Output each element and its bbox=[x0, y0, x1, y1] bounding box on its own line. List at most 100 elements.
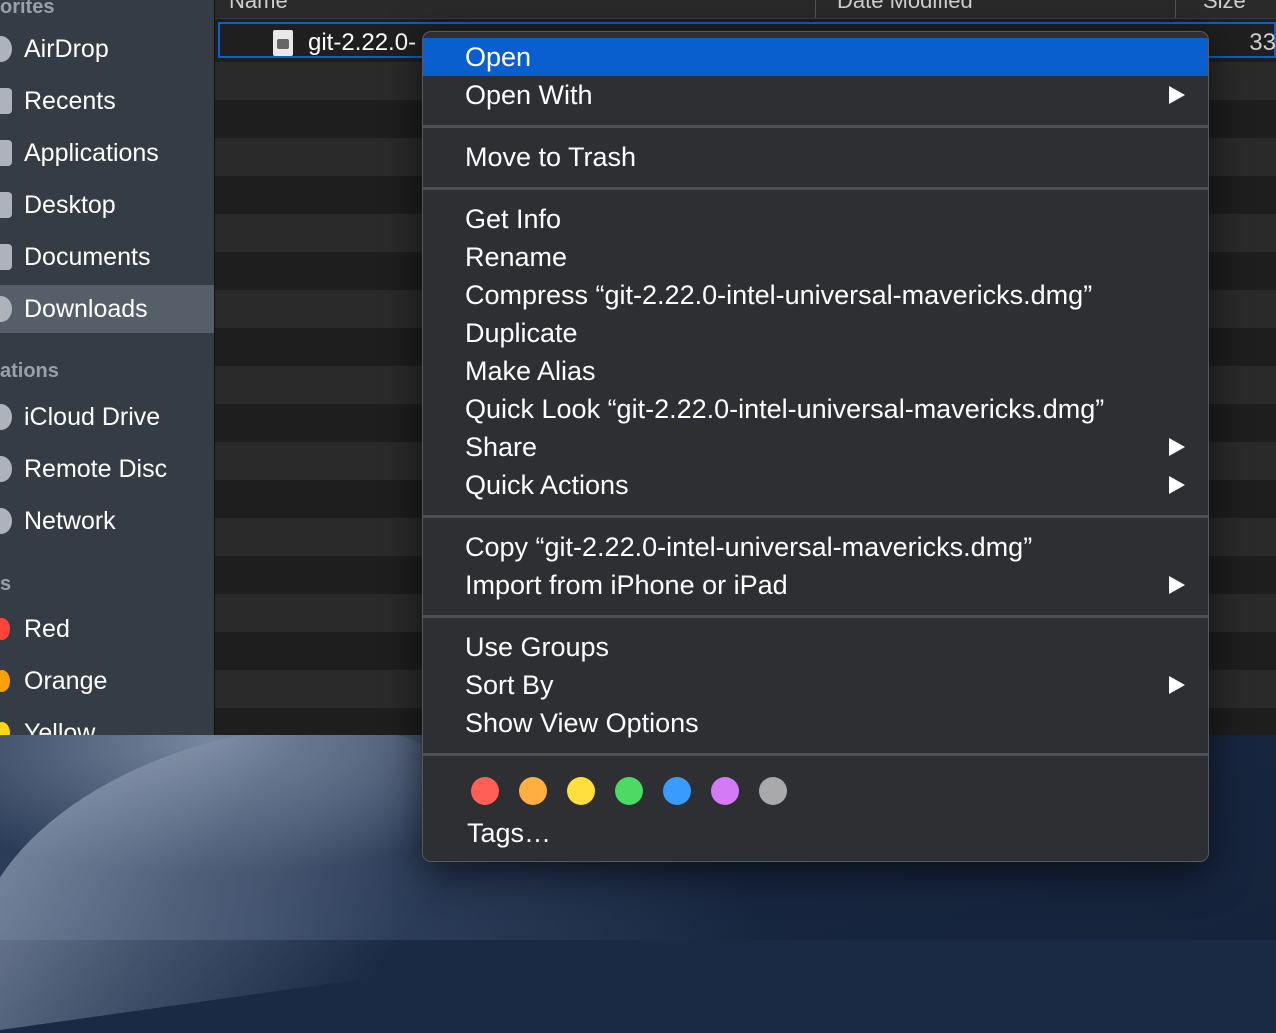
menu-item-share[interactable]: Share bbox=[423, 428, 1208, 466]
menu-item-label: Copy “git-2.22.0-intel-universal-maveric… bbox=[465, 532, 1033, 562]
sidebar-item-recents[interactable]: Recents bbox=[0, 75, 214, 127]
sidebar-item-tag-orange[interactable]: Orange bbox=[0, 655, 214, 707]
menu-item-open-with[interactable]: Open With bbox=[423, 76, 1208, 114]
menu-item-label: Compress “git-2.22.0-intel-universal-mav… bbox=[465, 280, 1093, 310]
menu-item-label: Open bbox=[465, 42, 532, 72]
sidebar-item-label: AirDrop bbox=[24, 34, 109, 63]
network-icon bbox=[0, 508, 12, 534]
sidebar-item-label: Desktop bbox=[24, 190, 116, 219]
orange-tag-dot-icon bbox=[0, 670, 10, 692]
menu-item-label: Share bbox=[465, 432, 538, 462]
sidebar-header-favorites: orites bbox=[0, 0, 55, 18]
sidebar-item-label: Remote Disc bbox=[24, 454, 168, 483]
sidebar-item-label: Red bbox=[24, 614, 70, 643]
menu-item-use-groups[interactable]: Use Groups bbox=[423, 628, 1208, 666]
menu-separator bbox=[423, 615, 1208, 618]
menu-item-move-to-trash[interactable]: Move to Trash bbox=[423, 138, 1208, 176]
sidebar-header-locations: ations bbox=[0, 360, 59, 382]
submenu-arrow-icon bbox=[1169, 86, 1185, 104]
menu-item-label: Make Alias bbox=[465, 356, 596, 386]
tag-green-dot[interactable] bbox=[615, 777, 643, 805]
context-menu: Open Open With Move to Trash Get Info Re… bbox=[422, 31, 1209, 862]
sidebar-item-label: Recents bbox=[24, 86, 116, 115]
menu-item-make-alias[interactable]: Make Alias bbox=[423, 352, 1208, 390]
submenu-arrow-icon bbox=[1169, 438, 1185, 456]
sidebar-header-tags: s bbox=[0, 573, 12, 595]
menu-item-sort-by[interactable]: Sort By bbox=[423, 666, 1208, 704]
submenu-arrow-icon bbox=[1169, 576, 1185, 594]
tag-red-dot[interactable] bbox=[471, 777, 499, 805]
menu-item-label: Duplicate bbox=[465, 318, 578, 348]
column-header-name[interactable]: Name bbox=[229, 0, 288, 14]
tag-orange-dot[interactable] bbox=[519, 777, 547, 805]
sidebar-item-downloads[interactable]: Downloads bbox=[0, 285, 214, 333]
column-header-size[interactable]: Size bbox=[1203, 0, 1246, 14]
red-tag-dot-icon bbox=[0, 618, 10, 640]
menu-separator bbox=[423, 515, 1208, 518]
menu-item-duplicate[interactable]: Duplicate bbox=[423, 314, 1208, 352]
sidebar-item-label: Documents bbox=[24, 242, 151, 271]
submenu-arrow-icon bbox=[1169, 476, 1185, 494]
sidebar-item-label: Network bbox=[24, 506, 116, 535]
downloads-icon bbox=[0, 296, 12, 322]
menu-item-quick-actions[interactable]: Quick Actions bbox=[423, 466, 1208, 504]
airdrop-icon bbox=[0, 36, 12, 62]
column-divider[interactable] bbox=[815, 0, 816, 18]
menu-item-label: Quick Actions bbox=[465, 470, 629, 500]
file-name[interactable]: git-2.22.0- bbox=[308, 29, 416, 57]
sidebar-item-tag-yellow[interactable]: Yellow bbox=[0, 707, 214, 735]
disk-image-file-icon bbox=[273, 30, 293, 56]
sidebar-item-label: Downloads bbox=[24, 294, 148, 323]
menu-item-label: Sort By bbox=[465, 670, 554, 700]
sidebar-item-applications[interactable]: Applications bbox=[0, 127, 214, 179]
menu-item-label: Move to Trash bbox=[465, 142, 637, 172]
menu-separator bbox=[423, 753, 1208, 756]
menu-item-tags[interactable]: Tags… bbox=[467, 818, 551, 849]
menu-item-label: Use Groups bbox=[465, 632, 610, 662]
sidebar-item-documents[interactable]: Documents bbox=[0, 231, 214, 283]
menu-item-label: Quick Look “git-2.22.0-intel-universal-m… bbox=[465, 394, 1105, 424]
tag-yellow-dot[interactable] bbox=[567, 777, 595, 805]
recents-icon bbox=[0, 88, 12, 114]
menu-item-label: Import from iPhone or iPad bbox=[465, 570, 788, 600]
column-header-bar: Name Date Modified Size bbox=[215, 0, 1276, 19]
column-divider[interactable] bbox=[1175, 0, 1176, 18]
menu-item-rename[interactable]: Rename bbox=[423, 238, 1208, 276]
sidebar: orites AirDrop Recents Applications Desk… bbox=[0, 0, 215, 735]
menu-item-compress[interactable]: Compress “git-2.22.0-intel-universal-mav… bbox=[423, 276, 1208, 314]
menu-item-get-info[interactable]: Get Info bbox=[423, 200, 1208, 238]
desktop-icon bbox=[0, 192, 12, 218]
sidebar-item-icloud-drive[interactable]: iCloud Drive bbox=[0, 391, 214, 443]
menu-item-quick-look[interactable]: Quick Look “git-2.22.0-intel-universal-m… bbox=[423, 390, 1208, 428]
disc-icon bbox=[0, 456, 12, 482]
menu-item-open[interactable]: Open bbox=[423, 38, 1208, 76]
sidebar-item-label: Orange bbox=[24, 666, 108, 695]
sidebar-item-tag-red[interactable]: Red bbox=[0, 603, 214, 655]
menu-item-show-view-options[interactable]: Show View Options bbox=[423, 704, 1208, 742]
menu-separator bbox=[423, 125, 1208, 128]
menu-item-copy[interactable]: Copy “git-2.22.0-intel-universal-maveric… bbox=[423, 528, 1208, 566]
tag-blue-dot[interactable] bbox=[663, 777, 691, 805]
menu-item-label: Show View Options bbox=[465, 708, 699, 738]
sidebar-item-desktop[interactable]: Desktop bbox=[0, 179, 214, 231]
applications-icon bbox=[0, 140, 12, 166]
menu-item-label: Open With bbox=[465, 80, 593, 110]
tag-purple-dot[interactable] bbox=[711, 777, 739, 805]
documents-icon bbox=[0, 244, 12, 270]
icloud-icon bbox=[0, 404, 12, 430]
sidebar-item-network[interactable]: Network bbox=[0, 495, 214, 547]
sidebar-item-label: iCloud Drive bbox=[24, 402, 161, 431]
sidebar-item-remote-disc[interactable]: Remote Disc bbox=[0, 443, 214, 495]
submenu-arrow-icon bbox=[1169, 676, 1185, 694]
tag-gray-dot[interactable] bbox=[759, 777, 787, 805]
sidebar-item-label: Yellow bbox=[24, 718, 96, 736]
sidebar-item-label: Applications bbox=[24, 138, 159, 167]
menu-item-label: Rename bbox=[465, 242, 568, 272]
menu-separator bbox=[423, 187, 1208, 190]
yellow-tag-dot-icon bbox=[0, 722, 10, 735]
file-size: 33 bbox=[1249, 29, 1276, 56]
menu-item-import-from-iphone[interactable]: Import from iPhone or iPad bbox=[423, 566, 1208, 604]
sidebar-item-airdrop[interactable]: AirDrop bbox=[0, 23, 214, 75]
column-header-date-modified[interactable]: Date Modified bbox=[837, 0, 973, 14]
menu-item-label: Get Info bbox=[465, 204, 562, 234]
